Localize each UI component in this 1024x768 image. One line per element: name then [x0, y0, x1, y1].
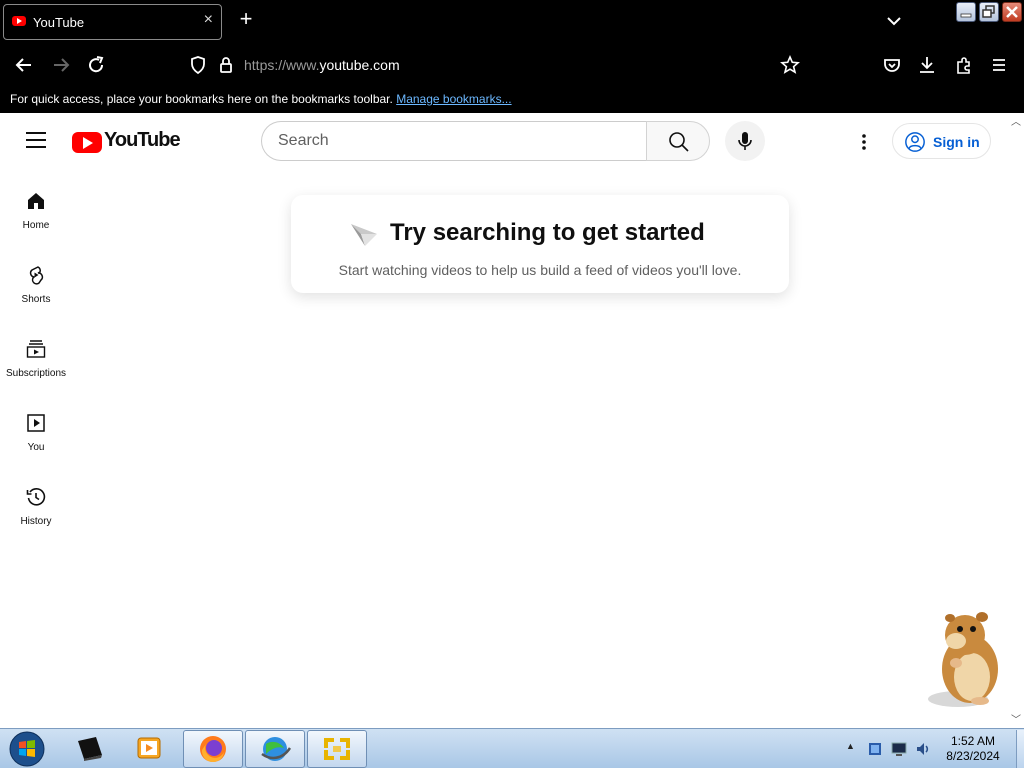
sidebar-label-shorts: Shorts: [21, 294, 51, 305]
empty-state-subtitle: Start watching videos to help us build a…: [338, 262, 742, 278]
close-icon: [1006, 6, 1018, 18]
minimize-icon: [960, 13, 972, 18]
sign-in-label: Sign in: [933, 134, 980, 150]
extensions-icon[interactable]: [953, 54, 975, 76]
tracking-protection-shield-icon[interactable]: [187, 54, 209, 76]
empty-state-title: Try searching to get started: [390, 219, 705, 246]
microphone-icon: [738, 132, 752, 150]
bookmarks-toolbar: For quick access, place your bookmarks h…: [10, 92, 512, 106]
clock-date: 8/23/2024: [946, 749, 1000, 763]
search-button[interactable]: [646, 121, 710, 161]
windows-taskbar: ▲ 1:52 AM 8/23/2024: [0, 728, 1024, 768]
network-icon[interactable]: [890, 740, 908, 758]
tray-app-icon[interactable]: [866, 740, 884, 758]
youtube-logo-text[interactable]: YouTube: [104, 129, 181, 152]
address-bar[interactable]: https://www.youtube.com: [244, 57, 400, 73]
scroll-up-arrow-icon[interactable]: ︿: [1011, 113, 1021, 128]
youtube-logo-icon[interactable]: [72, 132, 102, 153]
manage-bookmarks-link[interactable]: Manage bookmarks...: [396, 92, 511, 106]
new-tab-button[interactable]: +: [236, 8, 256, 30]
search-icon: [669, 132, 689, 152]
hamster-desktop-pet-image[interactable]: [920, 603, 1010, 713]
back-icon[interactable]: [13, 54, 35, 76]
firefox-icon: [200, 736, 226, 763]
your-channel-icon: [27, 414, 45, 432]
volume-icon[interactable]: [914, 740, 932, 758]
url-domain: youtube.com: [319, 57, 400, 73]
youtube-favicon-icon: [12, 16, 26, 26]
clock-time: 1:52 AM: [950, 734, 996, 748]
sign-in-button[interactable]: Sign in: [892, 123, 991, 159]
settings-kebab-icon[interactable]: [852, 130, 876, 154]
sidebar-item-subscriptions[interactable]: Subscriptions: [0, 339, 72, 413]
paper-plane-icon: [351, 224, 377, 246]
sidebar-item-home[interactable]: Home: [0, 191, 72, 265]
account-circle-icon: [905, 132, 925, 152]
sidebar-label-you: You: [27, 442, 45, 453]
list-all-tabs-icon[interactable]: [884, 11, 904, 31]
subscriptions-icon: [26, 340, 46, 358]
sidebar-item-shorts[interactable]: Shorts: [0, 265, 72, 339]
sidebar-item-history[interactable]: History: [0, 487, 72, 561]
restore-button[interactable]: [979, 2, 999, 22]
terminal-app-icon[interactable]: [74, 733, 104, 763]
search-input[interactable]: [261, 121, 647, 161]
reload-icon[interactable]: [85, 54, 107, 76]
guide-menu-icon[interactable]: [26, 132, 46, 148]
start-button-icon[interactable]: [8, 730, 46, 768]
media-player-icon[interactable]: [134, 733, 164, 763]
show-hidden-icons-chevron-icon[interactable]: ▲: [846, 741, 855, 751]
sidebar-item-you[interactable]: You: [0, 413, 72, 487]
taskbar-firefox-button[interactable]: [183, 730, 243, 768]
history-icon: [26, 488, 46, 506]
taskbar-file-transfer-button[interactable]: [307, 730, 367, 768]
sidebar-label-home: Home: [22, 220, 50, 231]
tab-close-button[interactable]: ×: [204, 12, 213, 28]
shorts-icon: [29, 266, 44, 285]
url-prefix: https://www.: [244, 57, 320, 73]
system-clock[interactable]: 1:52 AM 8/23/2024: [936, 734, 1010, 764]
forward-icon[interactable]: [50, 54, 72, 76]
empty-state-card: Try searching to get started Start watch…: [291, 195, 789, 293]
close-window-button[interactable]: [1002, 2, 1022, 22]
taskbar-internet-download-button[interactable]: [245, 730, 305, 768]
downloads-icon[interactable]: [916, 54, 938, 76]
scroll-down-arrow-icon[interactable]: ﹀: [1011, 711, 1021, 726]
browser-window: YouTube × + https://www.youtube.com For …: [0, 0, 1024, 728]
tab-title: YouTube: [33, 15, 85, 30]
arrows-transfer-icon: [324, 738, 350, 760]
lock-icon[interactable]: [215, 54, 237, 76]
voice-search-button[interactable]: [725, 121, 765, 161]
app-menu-icon[interactable]: [988, 54, 1010, 76]
minimize-button[interactable]: [956, 2, 976, 22]
show-desktop-button[interactable]: [1016, 730, 1024, 768]
globe-download-icon: [261, 737, 292, 761]
youtube-page: YouTube Sign in Home Shorts Subscription…: [0, 113, 1024, 728]
home-icon: [28, 193, 44, 209]
restore-icon: [982, 5, 995, 18]
bookmarks-message: For quick access, place your bookmarks h…: [10, 92, 393, 106]
tab-youtube[interactable]: YouTube ×: [3, 4, 222, 40]
sidebar-label-history: History: [20, 516, 52, 527]
pocket-icon[interactable]: [881, 54, 903, 76]
bookmark-star-icon[interactable]: [779, 54, 801, 76]
sidebar-label-subscriptions: Subscriptions: [5, 368, 67, 379]
